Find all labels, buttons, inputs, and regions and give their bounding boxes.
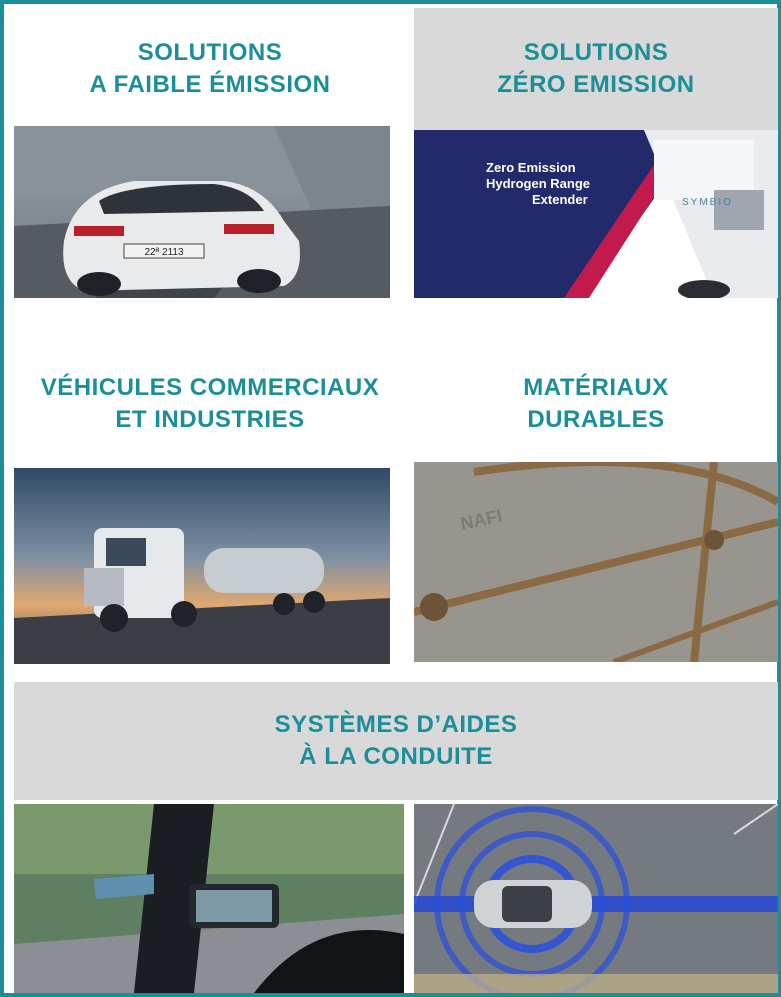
photo-flax-composite: NAFI [414,462,778,662]
heading-line: ET INDUSTRIES [115,406,305,433]
photo-digital-side-mirror [14,804,404,993]
heading-commercial-vehicles: VÉHICULES COMMERCIAUX ET INDUSTRIES [14,354,406,454]
heading-low-emission: SOLUTIONS A FAIBLE ÉMISSION [14,14,406,124]
photo-hydrogen-van: Zero Emission Hydrogen Range Extender SY… [414,130,778,298]
photo-hybrid-car: 22ª 2113 [14,126,390,298]
heading-driving-aids: SYSTÈMES D’AIDES À LA CONDUITE [14,682,778,800]
van-brand: SYMBIO [682,197,733,208]
heading-line: VÉHICULES COMMERCIAUX [40,374,380,401]
frame-border-bottom [0,993,781,997]
heading-line: MATÉRIAUX [523,374,669,401]
heading-line: SOLUTIONS [523,39,669,66]
heading-line: ZÉRO EMISSION [497,71,695,98]
van-text-line-2: Hydrogen Range [486,176,590,191]
heading-line: À LA CONDUITE [299,743,493,770]
photo-tanker-truck [14,468,390,664]
frame-border-top [0,0,781,4]
heading-line: SYSTÈMES D’AIDES [274,711,518,738]
van-text-line-1: Zero Emission [486,160,576,175]
heading-line: A FAIBLE ÉMISSION [89,71,331,98]
frame-border-left [0,0,4,997]
heading-sustainable-materials: MATÉRIAUX DURABLES [414,354,778,454]
heading-zero-emission: SOLUTIONS ZÉRO EMISSION [414,8,778,130]
van-text-line-3: Extender [532,192,588,207]
license-plate: 22ª 2113 [144,247,184,258]
photo-parking-radar [414,804,778,993]
heading-line: DURABLES [527,406,665,433]
heading-line: SOLUTIONS [137,39,283,66]
